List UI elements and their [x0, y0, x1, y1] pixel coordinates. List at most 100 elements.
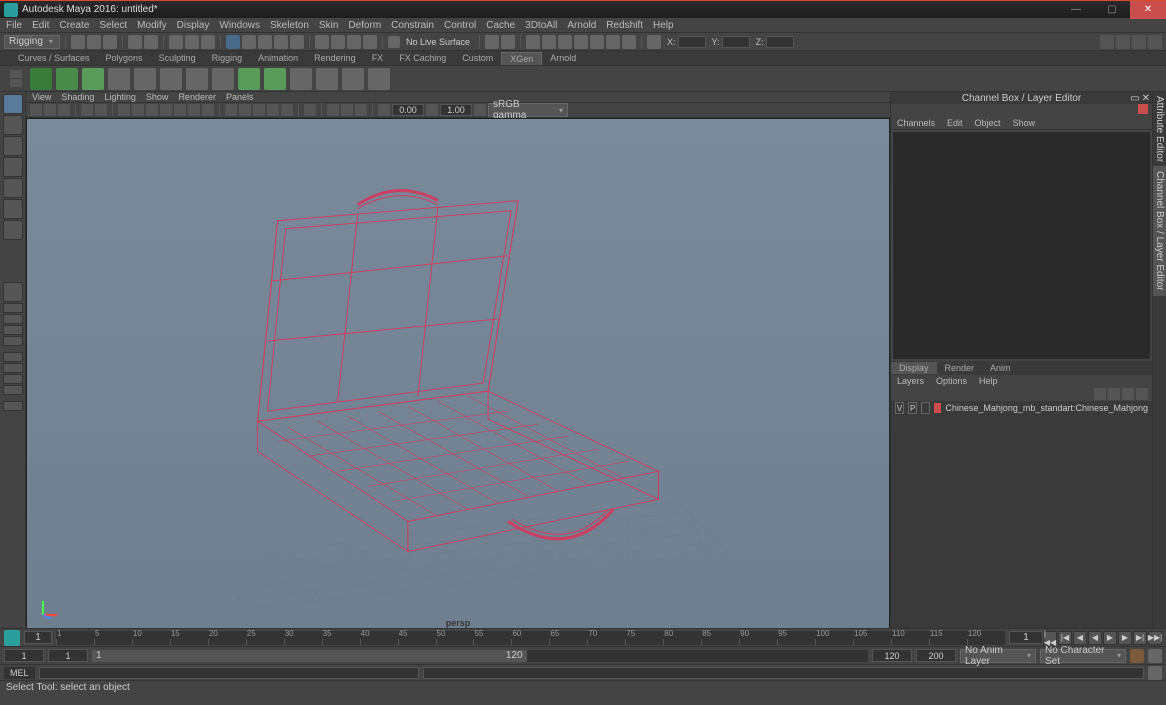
menu-skin[interactable]: Skin	[319, 20, 338, 31]
vp-select-camera-icon[interactable]	[30, 104, 42, 116]
toggle-panel2-icon[interactable]	[501, 35, 515, 49]
scale-tool[interactable]	[3, 199, 23, 219]
xgen-tool8-icon[interactable]	[212, 68, 234, 90]
channel-box-tab[interactable]: Channel Box / Layer Editor	[1153, 167, 1166, 296]
cb-undock-icon[interactable]: ▭	[1130, 93, 1139, 104]
panel-menu-shading[interactable]: Shading	[61, 92, 94, 102]
sidebar-toggle1-icon[interactable]	[1100, 35, 1114, 49]
xgen-tool12-icon[interactable]	[316, 68, 338, 90]
last-tool[interactable]	[3, 220, 23, 240]
cb-color-swatch-icon[interactable]	[1138, 104, 1148, 114]
viewport[interactable]: persp	[26, 118, 890, 632]
rotate-tool[interactable]	[3, 178, 23, 198]
vp-film-gate-icon[interactable]	[132, 104, 144, 116]
layout-h[interactable]	[3, 385, 23, 395]
cb-menu-object[interactable]: Object	[975, 118, 1001, 128]
range-end-outer[interactable]	[916, 649, 956, 662]
render-globals-icon[interactable]	[622, 35, 636, 49]
step-back-button[interactable]: ◀	[1073, 631, 1087, 645]
range-track[interactable]: 1120	[92, 650, 868, 662]
xgen-tool3-icon[interactable]	[82, 68, 104, 90]
shelf-tab-polygons[interactable]: Polygons	[98, 52, 151, 64]
vp-res-gate-icon[interactable]	[146, 104, 158, 116]
menu-control[interactable]: Control	[444, 20, 476, 31]
panel-menu-view[interactable]: View	[32, 92, 51, 102]
save-scene-icon[interactable]	[103, 35, 117, 49]
render-settings-icon[interactable]	[363, 35, 377, 49]
layer-move-down-icon[interactable]	[1108, 388, 1120, 400]
cb-menu-show[interactable]: Show	[1013, 118, 1036, 128]
panel-menu-lighting[interactable]: Lighting	[104, 92, 136, 102]
range-start-inner[interactable]	[48, 649, 88, 662]
outliner-toggle[interactable]	[3, 401, 23, 411]
layout-single[interactable]	[3, 282, 23, 302]
menu-skeleton[interactable]: Skeleton	[270, 20, 309, 31]
vp-shaded-icon[interactable]	[239, 104, 251, 116]
range-end-inner[interactable]	[872, 649, 912, 662]
cb-menu-channels[interactable]: Channels	[897, 118, 935, 128]
vp-exposure-icon[interactable]	[378, 104, 390, 116]
layer-visible-toggle[interactable]: V	[895, 402, 904, 414]
step-forward-key-button[interactable]: ▶|	[1133, 631, 1147, 645]
undo-icon[interactable]	[128, 35, 142, 49]
layer-color-swatch[interactable]	[934, 403, 941, 413]
vp-safe-title-icon[interactable]	[202, 104, 214, 116]
menu-create[interactable]: Create	[59, 20, 89, 31]
new-scene-icon[interactable]	[71, 35, 85, 49]
close-button[interactable]: ✕	[1130, 1, 1166, 19]
construction-history-icon[interactable]	[315, 35, 329, 49]
y-field[interactable]	[722, 36, 750, 48]
time-track[interactable]: 1510152025303540455055606570758085909510…	[56, 631, 1005, 645]
layout-a[interactable]	[3, 303, 23, 313]
shelf-tab-fx[interactable]: FX	[364, 52, 392, 64]
menu-file[interactable]: File	[6, 20, 22, 31]
shelf-tab-sculpting[interactable]: Sculpting	[151, 52, 204, 64]
layer-menu-layers[interactable]: Layers	[897, 376, 924, 386]
layer-menu-help[interactable]: Help	[979, 376, 998, 386]
play-back-button[interactable]: ◀	[1088, 631, 1102, 645]
move-tool[interactable]	[3, 157, 23, 177]
maya-cube-icon[interactable]	[4, 630, 20, 646]
layer-tab-render[interactable]: Render	[937, 362, 983, 374]
xgen-tool2-icon[interactable]	[56, 68, 78, 90]
menu-select[interactable]: Select	[99, 20, 127, 31]
vp-bookmark-icon[interactable]	[58, 104, 70, 116]
vp-wireframe-icon[interactable]	[225, 104, 237, 116]
redo-icon[interactable]	[144, 35, 158, 49]
xgen-tool6-icon[interactable]	[160, 68, 182, 90]
anim-layer-dropdown[interactable]: No Anim Layer	[960, 649, 1036, 663]
xgen-tool7-icon[interactable]	[186, 68, 208, 90]
menu-deform[interactable]: Deform	[348, 20, 381, 31]
script-lang-label[interactable]: MEL	[4, 667, 35, 679]
range-start-outer[interactable]	[4, 649, 44, 662]
vp-joint-icon[interactable]	[355, 104, 367, 116]
vp-transform-dropdown[interactable]: sRGB gamma	[488, 103, 568, 117]
toggle-panel-icon[interactable]	[485, 35, 499, 49]
layer-type-cell[interactable]	[921, 402, 930, 414]
layout-c[interactable]	[3, 325, 23, 335]
shelf-tab-curves-surfaces[interactable]: Curves / Surfaces	[10, 52, 98, 64]
maximize-button[interactable]: ▢	[1094, 1, 1130, 19]
menu-modify[interactable]: Modify	[137, 20, 166, 31]
shelf-tab-custom[interactable]: Custom	[454, 52, 501, 64]
vp-gamma-field[interactable]	[440, 104, 472, 116]
minimize-button[interactable]: —	[1058, 1, 1094, 19]
hypergraph-icon[interactable]	[606, 35, 620, 49]
play-forward-button[interactable]: ▶	[1103, 631, 1117, 645]
vp-exposure-field[interactable]	[392, 104, 424, 116]
xgen-tool13-icon[interactable]	[342, 68, 364, 90]
open-scene-icon[interactable]	[87, 35, 101, 49]
layout-icon[interactable]	[647, 35, 661, 49]
sidebar-toggle4-icon[interactable]	[1148, 35, 1162, 49]
go-end-button[interactable]: ▶▶|	[1148, 631, 1162, 645]
x-field[interactable]	[678, 36, 706, 48]
attribute-editor-tab[interactable]: Attribute Editor	[1153, 92, 1166, 167]
panel-menu-renderer[interactable]: Renderer	[178, 92, 216, 102]
vp-gamma-icon[interactable]	[426, 104, 438, 116]
cb-close-icon[interactable]: ✕	[1142, 93, 1150, 104]
layer-new-selected-icon[interactable]	[1136, 388, 1148, 400]
step-back-key-button[interactable]: |◀	[1058, 631, 1072, 645]
current-frame-field[interactable]	[1009, 631, 1043, 644]
snap-grid-icon[interactable]	[226, 35, 240, 49]
vp-lights-icon[interactable]	[267, 104, 279, 116]
